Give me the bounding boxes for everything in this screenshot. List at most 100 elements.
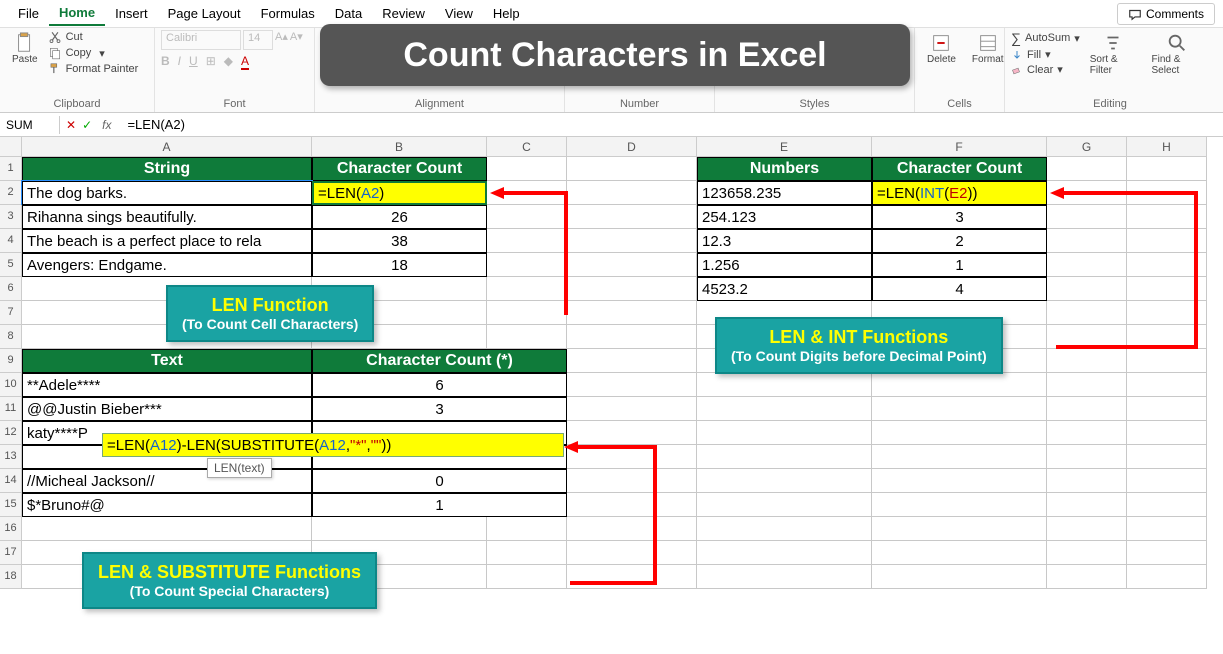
cell[interactable]: 3 — [872, 205, 1047, 229]
cell[interactable] — [487, 325, 567, 349]
cell[interactable] — [487, 541, 567, 565]
cell[interactable]: Character Count (*) — [312, 349, 567, 373]
font-shrink-button[interactable]: A▾ — [290, 30, 303, 50]
cell[interactable] — [567, 301, 697, 325]
cancel-formula-button[interactable]: ✕ — [66, 118, 76, 132]
cell[interactable] — [567, 517, 697, 541]
cell[interactable] — [1047, 277, 1127, 301]
cell[interactable] — [1127, 325, 1207, 349]
cell[interactable] — [567, 157, 697, 181]
cell[interactable] — [1047, 301, 1127, 325]
cell[interactable] — [567, 325, 697, 349]
cell[interactable] — [872, 565, 1047, 589]
cell[interactable]: Avengers: Endgame. — [22, 253, 312, 277]
active-cell[interactable]: =LEN(A2) — [312, 181, 487, 205]
cell[interactable] — [487, 229, 567, 253]
autosum-button[interactable]: ∑ AutoSum ▾ — [1011, 30, 1080, 46]
cell[interactable] — [1127, 421, 1207, 445]
cell[interactable]: 2 — [872, 229, 1047, 253]
cell[interactable] — [567, 181, 697, 205]
select-all-corner[interactable] — [0, 137, 22, 157]
row-header[interactable]: 17 — [0, 541, 22, 565]
menu-page-layout[interactable]: Page Layout — [158, 2, 251, 25]
cell[interactable] — [1047, 373, 1127, 397]
cell[interactable] — [1127, 517, 1207, 541]
cell[interactable]: The beach is a perfect place to rela — [22, 229, 312, 253]
menu-view[interactable]: View — [435, 2, 483, 25]
formula-input[interactable]: =LEN(A2) — [121, 115, 1223, 134]
copy-button[interactable]: Copy▾ — [48, 46, 139, 60]
cell[interactable] — [1127, 373, 1207, 397]
cell[interactable] — [1047, 517, 1127, 541]
cell[interactable] — [872, 517, 1047, 541]
cell[interactable]: Rihanna sings beautifully. — [22, 205, 312, 229]
cell[interactable] — [697, 397, 872, 421]
cell[interactable] — [567, 445, 697, 469]
cell[interactable]: The dog barks. — [22, 181, 312, 205]
cell[interactable] — [872, 421, 1047, 445]
row-header[interactable]: 6 — [0, 277, 22, 301]
menu-formulas[interactable]: Formulas — [251, 2, 325, 25]
formula-overlay[interactable]: =LEN(A12)-LEN(SUBSTITUTE(A12,"*","")) — [102, 433, 564, 457]
cell[interactable] — [487, 277, 567, 301]
cell[interactable] — [22, 517, 312, 541]
font-family-select[interactable]: Calibri — [161, 30, 241, 50]
cell[interactable] — [1047, 253, 1127, 277]
cell[interactable]: 1 — [872, 253, 1047, 277]
row-header[interactable]: 2 — [0, 181, 22, 205]
col-header-d[interactable]: D — [567, 137, 697, 157]
menu-review[interactable]: Review — [372, 2, 435, 25]
cell[interactable]: @@Justin Bieber*** — [22, 397, 312, 421]
cell[interactable]: Numbers — [697, 157, 872, 181]
cell[interactable] — [1047, 421, 1127, 445]
menu-file[interactable]: File — [8, 2, 49, 25]
format-painter-button[interactable]: Format Painter — [48, 62, 139, 76]
cell[interactable]: 1.256 — [697, 253, 872, 277]
cell[interactable]: 38 — [312, 229, 487, 253]
cell[interactable]: 1 — [312, 493, 567, 517]
delete-cells-button[interactable]: Delete — [921, 30, 962, 67]
cell[interactable] — [1047, 397, 1127, 421]
cell[interactable] — [1127, 349, 1207, 373]
cell[interactable] — [872, 397, 1047, 421]
cell[interactable] — [1047, 565, 1127, 589]
row-header[interactable]: 15 — [0, 493, 22, 517]
row-header[interactable]: 1 — [0, 157, 22, 181]
border-button[interactable]: ⊞ — [206, 54, 216, 70]
row-header[interactable]: 10 — [0, 373, 22, 397]
cell[interactable] — [1047, 445, 1127, 469]
row-header[interactable]: 9 — [0, 349, 22, 373]
name-box[interactable]: SUM — [0, 116, 60, 134]
cell[interactable] — [487, 301, 567, 325]
cell[interactable] — [872, 373, 1047, 397]
cell[interactable]: 4 — [872, 277, 1047, 301]
cell[interactable] — [872, 445, 1047, 469]
col-header-g[interactable]: G — [1047, 137, 1127, 157]
cell[interactable] — [1047, 469, 1127, 493]
menu-insert[interactable]: Insert — [105, 2, 158, 25]
menu-help[interactable]: Help — [483, 2, 530, 25]
fx-button[interactable]: fx — [98, 118, 115, 132]
italic-button[interactable]: I — [178, 54, 181, 70]
cell[interactable] — [1127, 205, 1207, 229]
cell[interactable] — [487, 565, 567, 589]
cell[interactable] — [1127, 229, 1207, 253]
cell[interactable] — [1127, 157, 1207, 181]
cell[interactable] — [1127, 181, 1207, 205]
cell[interactable] — [1047, 205, 1127, 229]
row-header[interactable]: 4 — [0, 229, 22, 253]
row-header[interactable]: 16 — [0, 517, 22, 541]
cell[interactable] — [567, 277, 697, 301]
row-header[interactable]: 13 — [0, 445, 22, 469]
cell[interactable] — [1127, 277, 1207, 301]
cell[interactable] — [1127, 445, 1207, 469]
cell[interactable]: =LEN(INT(E2)) — [872, 181, 1047, 205]
cell[interactable] — [697, 469, 872, 493]
sort-filter-button[interactable]: Sort & Filter — [1084, 30, 1142, 78]
cell[interactable]: 6 — [312, 373, 567, 397]
cell[interactable] — [567, 421, 697, 445]
cell[interactable] — [872, 541, 1047, 565]
menu-home[interactable]: Home — [49, 1, 105, 26]
row-header[interactable]: 7 — [0, 301, 22, 325]
comments-button[interactable]: Comments — [1117, 3, 1215, 25]
